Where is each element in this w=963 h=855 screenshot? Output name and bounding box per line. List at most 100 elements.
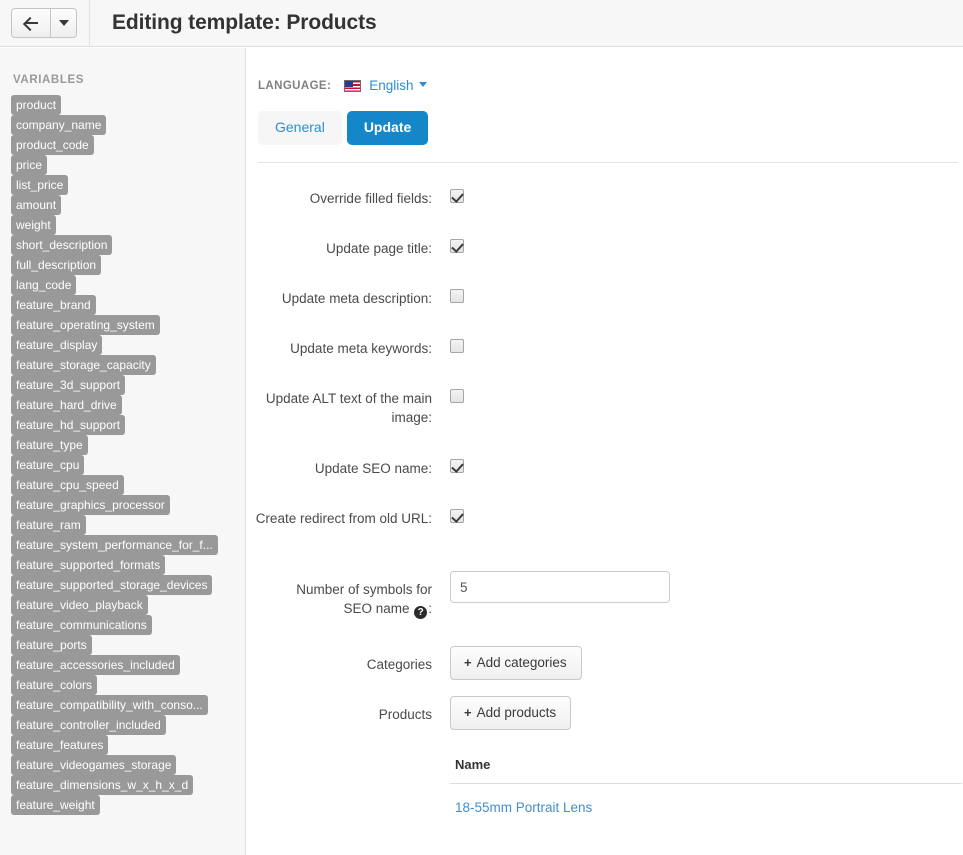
checkbox[interactable]	[450, 289, 464, 303]
checkbox[interactable]	[450, 459, 464, 473]
checkbox-label: Update ALT text of the main image:	[265, 391, 432, 425]
variable-tag[interactable]: feature_operating_system	[11, 315, 160, 335]
checkbox-control	[450, 381, 464, 403]
tab-general[interactable]: General	[258, 111, 342, 145]
variable-tag[interactable]: feature_hard_drive	[11, 395, 122, 415]
variable-tag[interactable]: feature_3d_support	[11, 375, 126, 395]
variable-tag[interactable]: feature_ports	[11, 635, 92, 655]
back-button[interactable]	[11, 8, 50, 38]
variable-row: feature_controller_included	[11, 715, 245, 735]
add-products-button[interactable]: + Add products	[450, 696, 572, 730]
variable-tag[interactable]: amount	[11, 195, 62, 215]
variable-row: amount	[11, 195, 245, 215]
checkbox[interactable]	[450, 509, 464, 523]
variable-row: product_code	[11, 135, 245, 155]
variable-row: feature_system_performance_for_f...	[11, 535, 245, 555]
variable-tag[interactable]: lang_code	[11, 275, 77, 295]
products-table-body: 18-55mm Portrait Lens	[450, 784, 962, 815]
variable-row: lang_code	[11, 275, 245, 295]
update-form: Override filled fields: Update page title…	[247, 181, 963, 815]
checkbox-control	[450, 231, 464, 253]
us-flag-icon	[344, 79, 362, 92]
checkbox[interactable]	[450, 339, 464, 353]
variable-tag[interactable]: product_code	[11, 135, 94, 155]
checkbox-control	[450, 451, 464, 473]
add-products-label: Add products	[476, 705, 557, 720]
main-content: LANGUAGE: English General Update Overrid…	[247, 48, 963, 855]
seo-symbols-input[interactable]	[450, 571, 670, 603]
variable-tag[interactable]: feature_type	[11, 435, 88, 455]
variable-tag[interactable]: feature_weight	[11, 795, 100, 815]
variable-tag[interactable]: feature_supported_storage_devices	[11, 575, 213, 595]
variable-tag[interactable]: feature_display	[11, 335, 103, 355]
variable-tag[interactable]: feature_cpu_speed	[11, 475, 124, 495]
variable-tag[interactable]: feature_videogames_storage	[11, 755, 177, 775]
variable-tag[interactable]: feature_compatibility_with_conso...	[11, 695, 208, 715]
checkbox[interactable]	[450, 189, 464, 203]
checkbox-row: Override filled fields:	[247, 181, 963, 231]
checkbox[interactable]	[450, 239, 464, 253]
variable-tag[interactable]: product	[11, 95, 62, 115]
variable-row: feature_dimensions_w_x_h_x_d	[11, 775, 245, 795]
variable-tag[interactable]: feature_communications	[11, 615, 152, 635]
variable-tag[interactable]: feature_system_performance_for_f...	[11, 535, 218, 555]
variable-tag[interactable]: feature_accessories_included	[11, 655, 180, 675]
symbols-control	[450, 571, 670, 603]
variable-tag[interactable]: feature_colors	[11, 675, 98, 695]
checkbox-label: Update SEO name:	[314, 461, 432, 476]
language-value[interactable]: English	[369, 78, 413, 93]
variable-row: full_description	[11, 255, 245, 275]
variable-tag[interactable]: feature_controller_included	[11, 715, 166, 735]
checkbox-label: Update meta keywords:	[290, 341, 432, 356]
add-categories-button[interactable]: + Add categories	[450, 646, 582, 680]
variable-tag[interactable]: feature_video_playback	[11, 595, 148, 615]
variable-tag[interactable]: feature_features	[11, 735, 109, 755]
checkbox-control	[450, 181, 464, 203]
variable-tag[interactable]: full_description	[11, 255, 102, 275]
variable-tag[interactable]: company_name	[11, 115, 107, 135]
variable-row: feature_weight	[11, 795, 245, 815]
variable-tag[interactable]: feature_cpu	[11, 455, 85, 475]
variable-row: feature_type	[11, 435, 245, 455]
variable-row: feature_brand	[11, 295, 245, 315]
variable-tag[interactable]: weight	[11, 215, 56, 235]
chevron-down-icon	[58, 20, 69, 26]
variable-tag[interactable]: feature_hd_support	[11, 415, 126, 435]
variable-tag[interactable]: price	[11, 155, 48, 175]
products-label: Products	[378, 707, 432, 722]
toolbar-divider	[89, 0, 90, 47]
variable-row: feature_cpu_speed	[11, 475, 245, 495]
variable-tag[interactable]: feature_brand	[11, 295, 96, 315]
checkbox-label: Update meta description:	[281, 291, 432, 306]
checkbox-label: Create redirect from old URL:	[255, 511, 432, 526]
variable-tag[interactable]: feature_dimensions_w_x_h_x_d	[11, 775, 194, 795]
variables-heading: VARIABLES	[13, 74, 84, 86]
tab-bar: General Update	[258, 111, 963, 145]
checkbox-rows: Override filled fields: Update page title…	[247, 181, 963, 571]
variable-row: feature_display	[11, 335, 245, 355]
checkbox-row: Update page title:	[247, 231, 963, 281]
variable-row: feature_supported_storage_devices	[11, 575, 245, 595]
variable-row: feature_hard_drive	[11, 395, 245, 415]
variable-row: feature_cpu	[11, 455, 245, 475]
variable-tag[interactable]: feature_ram	[11, 515, 86, 535]
categories-row: Categories + Add categories	[247, 646, 963, 696]
variable-tag[interactable]: short_description	[11, 235, 113, 255]
products-table-header-name: Name	[450, 757, 962, 784]
variable-row: feature_colors	[11, 675, 245, 695]
variables-sidebar: VARIABLES product company_name product_cod…	[0, 48, 246, 855]
variable-tag[interactable]: feature_graphics_processor	[11, 495, 170, 515]
products-control: + Add products	[450, 696, 572, 730]
variable-tag[interactable]: list_price	[11, 175, 69, 195]
tab-update[interactable]: Update	[346, 111, 429, 145]
variable-tag[interactable]: feature_supported_formats	[11, 555, 166, 575]
variable-tag[interactable]: feature_storage_capacity	[11, 355, 156, 375]
checkbox-label: Update page title:	[326, 241, 432, 256]
back-dropdown-button[interactable]	[50, 8, 77, 38]
arrow-left-icon	[24, 17, 38, 30]
checkbox[interactable]	[450, 389, 464, 403]
variable-row: short_description	[11, 235, 245, 255]
table-row[interactable]: 18-55mm Portrait Lens	[450, 784, 962, 815]
help-icon[interactable]: ?	[414, 606, 428, 619]
chevron-down-icon[interactable]	[418, 82, 427, 87]
